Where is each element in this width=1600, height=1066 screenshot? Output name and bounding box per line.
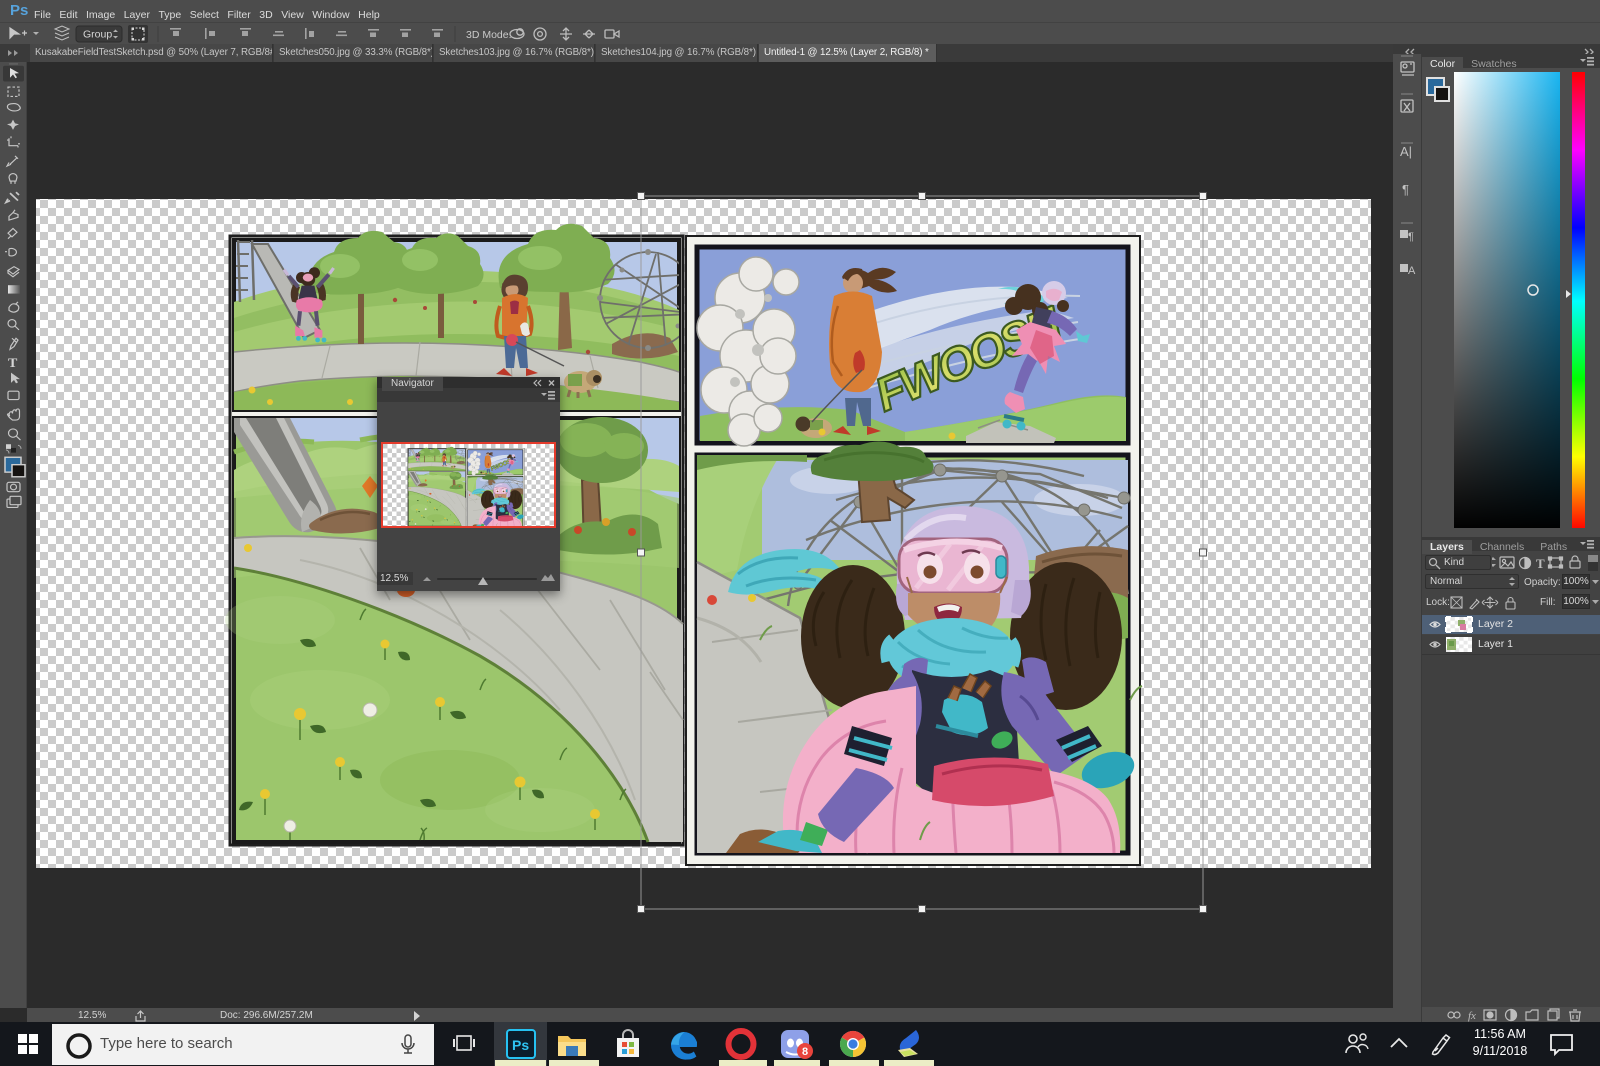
- svg-text:Group: Group: [83, 29, 112, 41]
- svg-text:A|: A|: [1400, 144, 1412, 159]
- svg-text:3D Mode:: 3D Mode:: [466, 29, 512, 41]
- svg-text:8: 8: [802, 1046, 808, 1058]
- svg-text:T: T: [1536, 556, 1545, 571]
- svg-text:A: A: [1408, 265, 1416, 277]
- svg-text:¶: ¶: [1408, 231, 1414, 243]
- svg-text:T: T: [8, 355, 17, 369]
- svg-text:fx: fx: [1468, 1010, 1476, 1022]
- svg-text:¶: ¶: [1402, 182, 1409, 197]
- svg-text:Ps: Ps: [512, 1037, 529, 1053]
